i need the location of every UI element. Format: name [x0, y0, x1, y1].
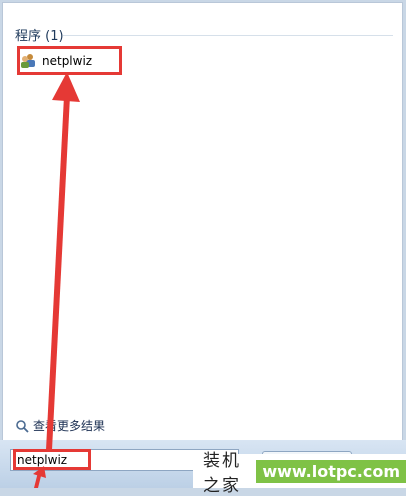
start-menu-results-panel: 程序 (1) netplwiz 查看更多结果 — [2, 2, 403, 442]
annotation-box-search — [13, 449, 91, 470]
annotation-box-result — [17, 46, 122, 75]
section-divider — [63, 35, 393, 36]
watermark-site: www.lotpc.com — [256, 459, 406, 483]
see-more-results-link[interactable]: 查看更多结果 — [15, 417, 105, 434]
watermark-text: 装机之家 — [203, 451, 241, 496]
watermark: 装机之家 www.lotpc.com — [193, 451, 406, 496]
see-more-results-label: 查看更多结果 — [33, 419, 106, 433]
section-title: 程序 (1) — [15, 29, 64, 44]
search-icon — [15, 419, 29, 433]
